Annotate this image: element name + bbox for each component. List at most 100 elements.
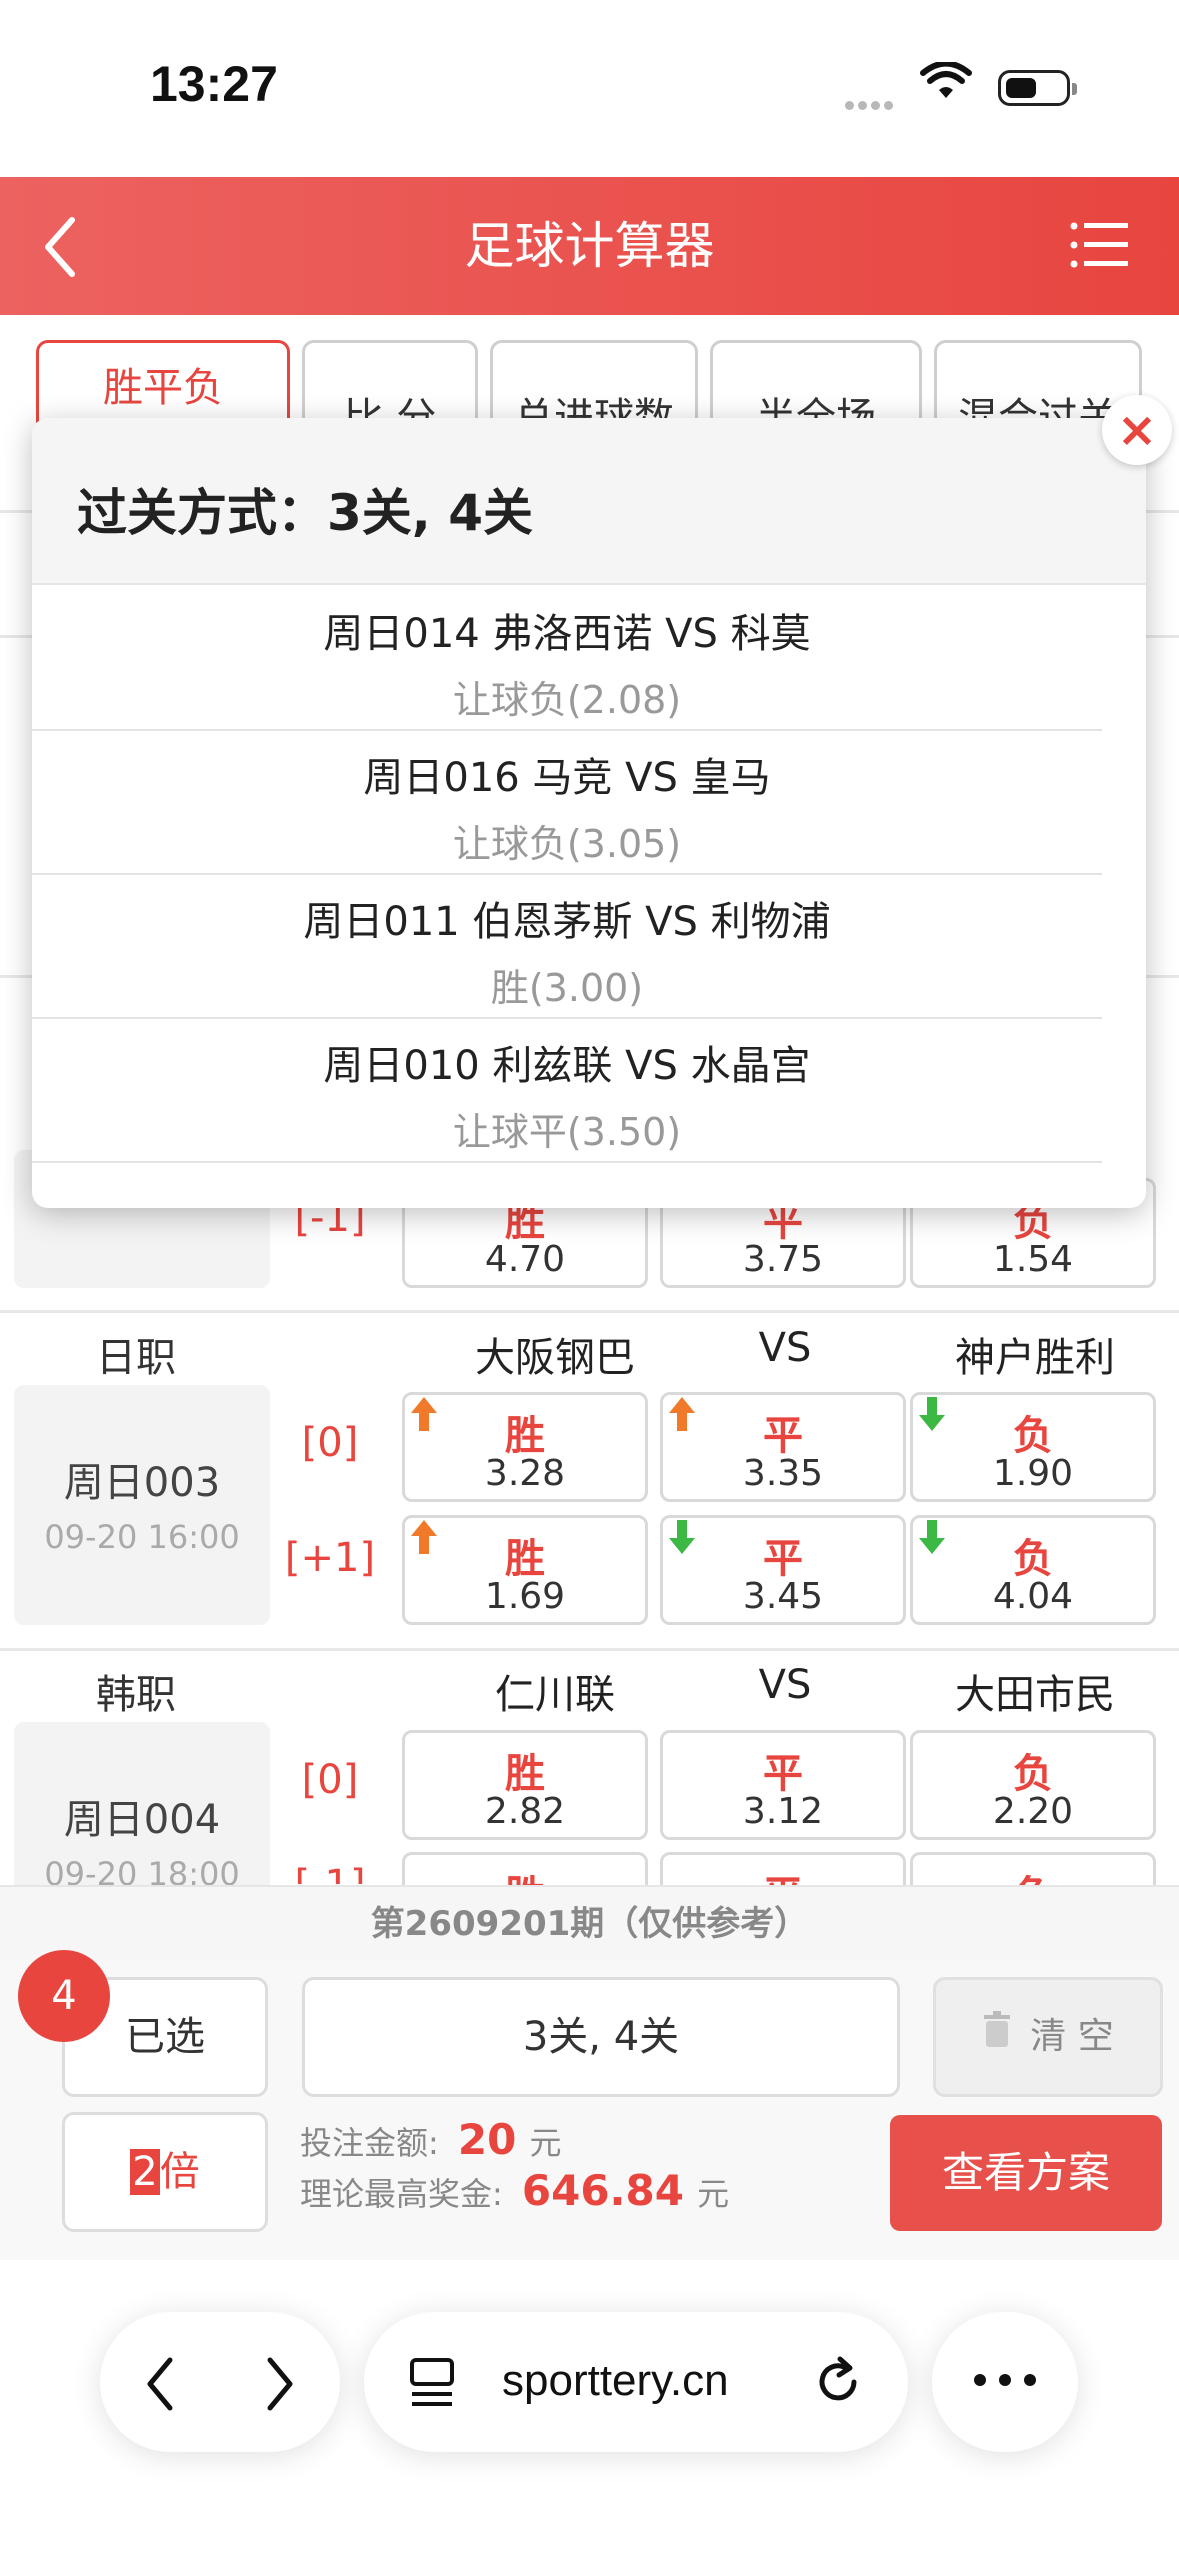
home-team: 仁川联 xyxy=(495,1672,615,1718)
multiplier-input[interactable]: 2倍 xyxy=(62,2112,268,2232)
odds-value: 4.70 xyxy=(484,1239,566,1280)
clear-label: 清 空 xyxy=(1030,2016,1114,2057)
odds-label: 胜 xyxy=(405,1863,645,1885)
odds-value: 3.35 xyxy=(742,1453,824,1494)
selected-pick: 让球负(3.05) xyxy=(452,822,682,866)
handicap-label: [0] xyxy=(301,1420,359,1466)
odds-draw-button[interactable]: 平 3.12 xyxy=(660,1730,906,1840)
wifi-icon xyxy=(920,60,972,106)
odds-lose-button[interactable]: 负 xyxy=(910,1852,1156,1885)
odds-win-button[interactable]: 胜 2.82 xyxy=(402,1730,648,1840)
selected-pick: 让球平(3.50) xyxy=(452,1110,682,1154)
odds-value: 3.28 xyxy=(484,1453,566,1494)
match-info-card: 周日003 09-20 16:00 xyxy=(14,1385,270,1625)
odds-lose-button[interactable]: 负 1.90 xyxy=(910,1392,1156,1502)
max-prize-label: 理论最高奖金: xyxy=(300,2175,503,2213)
odds-value: 4.04 xyxy=(992,1576,1074,1617)
battery-icon xyxy=(998,70,1077,106)
selected-match: 周日016 马竞 VS 皇马 xyxy=(363,755,771,801)
odds-label: 负 xyxy=(1013,1751,1053,1797)
odds-down-arrow-icon xyxy=(667,1518,697,1560)
page-title: 足球计算器 xyxy=(464,217,715,275)
odds-value: 2.82 xyxy=(484,1791,566,1832)
odds-up-arrow-icon xyxy=(409,1518,439,1560)
odds-value: 3.75 xyxy=(742,1239,824,1280)
back-chevron-icon[interactable] xyxy=(40,212,80,286)
odds-win-button[interactable]: 胜 xyxy=(402,1852,648,1885)
multiplier-unit: 倍 xyxy=(159,2149,200,2195)
selected-pick: 胜(3.00) xyxy=(490,966,644,1010)
odds-label: 负 xyxy=(913,1863,1153,1885)
home-team: 大阪钢巴 xyxy=(475,1335,635,1381)
odds-lose-button[interactable]: 负 4.04 xyxy=(910,1515,1156,1625)
pass-type-selector[interactable]: 3关, 4关 xyxy=(302,1977,900,2097)
page-menu-icon[interactable] xyxy=(408,2356,458,2414)
odds-label: 负 xyxy=(1013,1413,1053,1459)
nav-buttons-pill xyxy=(100,2312,340,2452)
menu-list-icon[interactable] xyxy=(1070,220,1130,274)
list-item: 周日011 伯恩茅斯 VS 利物浦 胜(3.00) xyxy=(32,873,1102,1019)
odds-down-arrow-icon xyxy=(917,1518,947,1560)
odds-lose-button[interactable]: 负 2.20 xyxy=(910,1730,1156,1840)
bet-amount-label: 投注金额: xyxy=(300,2124,439,2162)
match-number: 周日003 xyxy=(63,1460,221,1506)
vs-label: VS xyxy=(758,1662,812,1708)
signal-dots-icon xyxy=(845,95,905,110)
trash-icon xyxy=(982,1981,1012,2095)
pass-type-modal: 过关方式：3关, 4关 周日014 弗洛西诺 VS 科莫 让球负(2.08) 周… xyxy=(32,418,1146,1208)
selected-match: 周日014 弗洛西诺 VS 科莫 xyxy=(323,611,811,657)
odds-label: 平 xyxy=(663,1863,903,1885)
odds-value: 3.45 xyxy=(742,1576,824,1617)
browser-back-icon[interactable] xyxy=(140,2354,180,2418)
league-name: 日职 xyxy=(96,1335,176,1381)
address-bar[interactable]: sporttery.cn xyxy=(364,2312,908,2452)
odds-label: 平 xyxy=(763,1751,803,1797)
odds-label: 胜 xyxy=(505,1413,545,1459)
odds-draw-button[interactable]: 平 3.35 xyxy=(660,1392,906,1502)
max-prize-row: 理论最高奖金: 646.84 元 xyxy=(300,2166,729,2215)
more-button[interactable] xyxy=(932,2312,1078,2452)
odds-win-button[interactable]: 胜 3.28 xyxy=(402,1392,648,1502)
selected-pick: 让球负(2.08) xyxy=(452,678,682,722)
more-dots-icon xyxy=(972,2372,1038,2392)
list-item: 周日016 马竞 VS 皇马 让球负(3.05) xyxy=(32,729,1102,875)
clear-button[interactable]: 清 空 xyxy=(933,1977,1163,2097)
reload-icon[interactable] xyxy=(810,2354,866,2414)
browser-forward-icon[interactable] xyxy=(260,2354,300,2418)
max-prize-value: 646.84 xyxy=(521,2166,684,2215)
handicap-label: [0] xyxy=(301,1757,359,1803)
selected-match: 周日011 伯恩茅斯 VS 利物浦 xyxy=(303,899,831,945)
away-team: 大田市民 xyxy=(955,1672,1115,1718)
match-time: 09-20 16:00 xyxy=(44,1518,240,1556)
odds-down-arrow-icon xyxy=(917,1395,947,1437)
handicap-label: [-1] xyxy=(275,1862,385,1884)
away-team: 神户胜利 xyxy=(955,1335,1115,1381)
bet-amount-value: 20 xyxy=(457,2115,517,2164)
odds-label: 胜 xyxy=(505,1536,545,1582)
modal-title: 过关方式：3关, 4关 xyxy=(77,484,533,542)
odds-label: 平 xyxy=(763,1413,803,1459)
odds-win-button[interactable]: 胜 1.69 xyxy=(402,1515,648,1625)
bet-amount-unit: 元 xyxy=(529,2124,562,2162)
match-number: 周日004 xyxy=(63,1797,221,1843)
odds-draw-button[interactable]: 平 xyxy=(660,1852,906,1885)
selected-count-badge: 4 xyxy=(18,1950,110,2042)
odds-up-arrow-icon xyxy=(409,1395,439,1437)
view-plan-button[interactable]: 查看方案 xyxy=(890,2115,1162,2231)
period-label: 第2609201期（仅供参考） xyxy=(0,1885,1179,1962)
odds-value: 1.54 xyxy=(992,1239,1074,1280)
odds-value: 1.69 xyxy=(484,1576,566,1617)
selected-match: 周日010 利兹联 VS 水晶宫 xyxy=(323,1043,811,1089)
odds-label: 负 xyxy=(1013,1536,1053,1582)
multiplier-value: 2 xyxy=(130,2149,160,2195)
league-name: 韩职 xyxy=(96,1672,176,1718)
odds-value: 2.20 xyxy=(992,1791,1074,1832)
status-time: 13:27 xyxy=(150,56,278,112)
bet-amount-row: 投注金额: 20 元 xyxy=(300,2115,561,2164)
odds-label: 平 xyxy=(763,1536,803,1582)
max-prize-unit: 元 xyxy=(697,2175,730,2213)
odds-draw-button[interactable]: 平 3.45 xyxy=(660,1515,906,1625)
close-modal-button[interactable]: × xyxy=(1102,395,1172,465)
list-item: 周日010 利兹联 VS 水晶宫 让球平(3.50) xyxy=(32,1017,1102,1163)
odds-up-arrow-icon xyxy=(667,1395,697,1437)
